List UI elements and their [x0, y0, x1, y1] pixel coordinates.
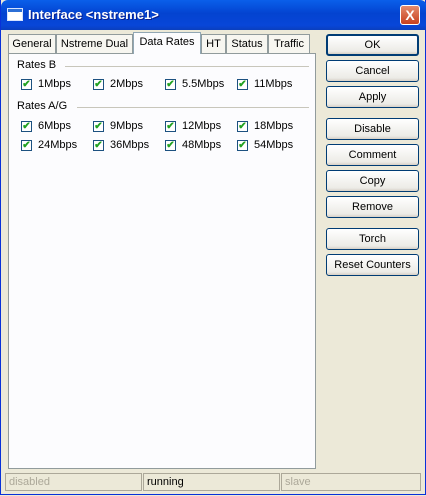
status-running: running [143, 473, 280, 491]
checkbox-label: 18Mbps [254, 120, 294, 132]
title-bar[interactable]: Interface <nstreme1> X [1, 0, 426, 30]
checkbox-36mbps[interactable]: ✔ 36Mbps [93, 139, 165, 153]
tab-general[interactable]: General [8, 34, 56, 53]
close-icon: X [405, 7, 415, 23]
checkbox-11mbps[interactable]: ✔ 11Mbps [237, 78, 309, 92]
checkbox-label: 9Mbps [110, 120, 144, 132]
checkbox-5-5mbps[interactable]: ✔ 5.5Mbps [165, 78, 237, 92]
checkbox-18mbps[interactable]: ✔ 18Mbps [237, 120, 309, 134]
checkbox-12mbps[interactable]: ✔ 12Mbps [165, 120, 237, 134]
checkbox-label: 2Mbps [110, 78, 144, 90]
window-title: Interface <nstreme1> [28, 7, 159, 22]
checkbox-label: 11Mbps [254, 78, 293, 90]
data-rates-panel [8, 53, 316, 469]
tab-data-rates[interactable]: Data Rates [133, 32, 201, 54]
check-icon: ✔ [237, 140, 248, 151]
cancel-button[interactable]: Cancel [326, 60, 419, 82]
checkbox-48mbps[interactable]: ✔ 48Mbps [165, 139, 237, 153]
tab-nstreme-dual[interactable]: Nstreme Dual [56, 34, 133, 53]
tab-status[interactable]: Status [226, 34, 268, 53]
rates-ag-label: Rates A/G [17, 100, 68, 112]
tab-traffic[interactable]: Traffic [268, 34, 310, 53]
checkbox-label: 36Mbps [110, 139, 150, 151]
tab-ht[interactable]: HT [201, 34, 226, 53]
checkbox-54mbps[interactable]: ✔ 54Mbps [237, 139, 309, 153]
check-icon: ✔ [237, 121, 248, 132]
check-icon: ✔ [21, 79, 32, 90]
checkbox-1mbps[interactable]: ✔ 1Mbps [21, 78, 93, 92]
disable-button[interactable]: Disable [326, 118, 419, 140]
check-icon: ✔ [21, 140, 32, 151]
reset-counters-button[interactable]: Reset Counters [326, 254, 419, 276]
status-disabled: disabled [5, 473, 142, 491]
check-icon: ✔ [165, 79, 176, 90]
checkbox-6mbps[interactable]: ✔ 6Mbps [21, 120, 93, 134]
check-icon: ✔ [93, 121, 104, 132]
rates-ag-divider [77, 107, 309, 108]
checkbox-label: 12Mbps [182, 120, 222, 132]
checkbox-label: 6Mbps [38, 120, 72, 132]
check-icon: ✔ [237, 79, 248, 90]
checkbox-2mbps[interactable]: ✔ 2Mbps [93, 78, 165, 92]
check-icon: ✔ [93, 79, 104, 90]
check-icon: ✔ [165, 121, 176, 132]
ok-button[interactable]: OK [326, 34, 419, 56]
checkbox-9mbps[interactable]: ✔ 9Mbps [93, 120, 165, 134]
status-slave: slave [281, 473, 421, 491]
checkbox-label: 48Mbps [182, 139, 222, 151]
check-icon: ✔ [93, 140, 104, 151]
rates-b-label: Rates B [17, 59, 57, 71]
check-icon: ✔ [165, 140, 176, 151]
checkbox-label: 54Mbps [254, 139, 294, 151]
window-icon [7, 8, 23, 21]
check-icon: ✔ [21, 121, 32, 132]
checkbox-label: 1Mbps [38, 78, 72, 90]
checkbox-24mbps[interactable]: ✔ 24Mbps [21, 139, 93, 153]
remove-button[interactable]: Remove [326, 196, 419, 218]
interface-window: Interface <nstreme1> X General Nstreme D… [0, 0, 426, 495]
close-button[interactable]: X [400, 5, 420, 25]
comment-button[interactable]: Comment [326, 144, 419, 166]
checkbox-label: 24Mbps [38, 139, 78, 151]
checkbox-label: 5.5Mbps [182, 78, 225, 90]
copy-button[interactable]: Copy [326, 170, 419, 192]
torch-button[interactable]: Torch [326, 228, 419, 250]
rates-b-divider [65, 66, 309, 67]
apply-button[interactable]: Apply [326, 86, 419, 108]
